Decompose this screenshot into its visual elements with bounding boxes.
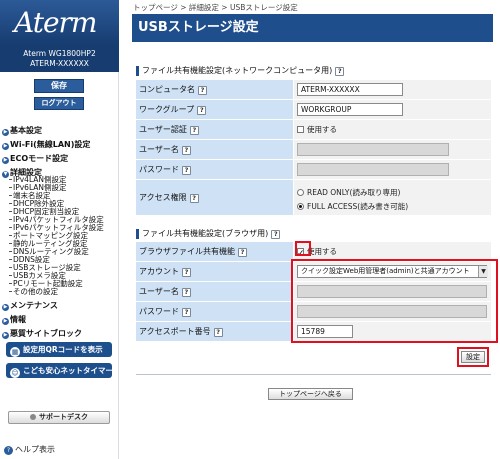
network-share-section-title: ファイル共有機能設定(ネットワークコンピュータ用)?: [136, 66, 345, 76]
help-icon[interactable]: ?: [182, 166, 191, 175]
help-link[interactable]: ? ヘルプ表示: [4, 444, 55, 455]
browser-username-label: ユーザー名?: [136, 282, 293, 301]
computer-name-row: コンピュータ名? ATERM-XXXXXX: [136, 80, 491, 100]
support-desk-button[interactable]: サポートデスク: [8, 411, 110, 424]
access-rights-row: アクセス権限? READ ONLY(読み取り専用) FULL ACCESS(読み…: [136, 180, 491, 216]
chevron-right-icon: ▶: [2, 332, 9, 339]
device-ssid: ATERM-XXXXXX: [30, 59, 89, 68]
help-icon[interactable]: ?: [182, 268, 191, 277]
back-to-top-button[interactable]: トップページへ戻る: [268, 388, 353, 400]
workgroup-input[interactable]: WORKGROUP: [297, 103, 403, 116]
help-icon[interactable]: ?: [238, 248, 247, 257]
computer-name-label: コンピュータ名?: [136, 80, 293, 99]
aterm-logo: Aterm: [14, 6, 97, 39]
chevron-right-icon: ▶: [2, 304, 9, 311]
workgroup-row: ワークグループ? WORKGROUP: [136, 100, 491, 120]
help-icon[interactable]: ?: [271, 230, 281, 239]
network-username-input: [297, 143, 449, 156]
nav-info[interactable]: ▶ 情報: [2, 314, 26, 325]
network-password-input: [297, 163, 449, 176]
page-title: USBストレージ設定: [132, 14, 493, 42]
chevron-down-icon: ▼: [2, 171, 9, 178]
access-read-only-radio[interactable]: [297, 189, 304, 196]
network-password-label: パスワード?: [136, 160, 293, 179]
user-auth-label: ユーザー認証?: [136, 120, 293, 139]
access-read-only-option[interactable]: READ ONLY(読み取り専用): [297, 187, 400, 198]
chevron-right-icon: ▶: [2, 143, 9, 150]
help-icon[interactable]: ?: [189, 194, 199, 203]
network-username-row: ユーザー名?: [136, 140, 491, 160]
access-rights-label: アクセス権限?: [136, 180, 293, 215]
help-icon[interactable]: ?: [197, 106, 207, 115]
qr-code-button[interactable]: ▦ 設定用QRコードを表示: [6, 342, 112, 357]
nav-sub-other[interactable]: その他の設定: [9, 288, 58, 296]
settings-button[interactable]: 設定: [461, 351, 485, 363]
help-icon[interactable]: ?: [198, 86, 207, 95]
chevron-right-icon: ▶: [2, 129, 9, 136]
nav-eco-settings[interactable]: ▶ ECOモード設定: [2, 153, 68, 164]
main-content: トップページ > 詳細設定 > USBストレージ設定 USBストレージ設定 ファ…: [128, 0, 500, 459]
help-icon[interactable]: ?: [335, 67, 345, 76]
device-info: Aterm WG1800HP2 ATERM-XXXXXX: [0, 46, 119, 72]
network-username-label: ユーザー名?: [136, 140, 293, 159]
nav-maintenance[interactable]: ▶ メンテナンス: [2, 300, 58, 311]
browser-share-label: ブラウザファイル共有機能?: [136, 242, 293, 261]
help-icon[interactable]: ?: [189, 126, 199, 135]
highlight-browser-share-fields: [291, 259, 498, 343]
sidebar: Aterm Aterm WG1800HP2 ATERM-XXXXXX 保存 ログ…: [0, 0, 119, 459]
save-button[interactable]: 保存: [34, 79, 84, 93]
computer-name-input[interactable]: ATERM-XXXXXX: [297, 83, 403, 96]
browser-share-section-title: ファイル共有機能設定(ブラウザ用)?: [136, 229, 281, 239]
access-port-label: アクセスポート番号?: [136, 322, 293, 341]
kids-net-timer-button[interactable]: ☺ こども安心ネットタイマー: [6, 363, 113, 378]
logo-area: Aterm: [0, 0, 119, 46]
highlight-browser-share-checkbox: [295, 241, 311, 256]
account-label: アカウント?: [136, 262, 293, 281]
help-icon[interactable]: ?: [182, 308, 191, 317]
logout-button[interactable]: ログアウト: [34, 97, 84, 110]
help-icon[interactable]: ?: [213, 328, 223, 337]
chevron-right-icon: ▶: [2, 157, 9, 164]
access-full-option[interactable]: FULL ACCESS(読み書き可能): [297, 201, 408, 212]
help-icon[interactable]: ?: [181, 288, 191, 297]
circle-icon: [30, 414, 36, 420]
smile-icon: ☺: [10, 368, 20, 378]
nav-wifi-settings[interactable]: ▶ Wi-Fi(無線LAN)設定: [2, 139, 90, 150]
browser-password-label: パスワード?: [136, 302, 293, 321]
nav-malicious-site-block[interactable]: ▶ 悪質サイトブロック: [2, 328, 82, 339]
model-name: Aterm WG1800HP2: [23, 49, 96, 58]
user-auth-row: ユーザー認証? 使用する: [136, 120, 491, 140]
chevron-right-icon: ▶: [2, 318, 9, 325]
access-full-radio[interactable]: [297, 203, 304, 210]
help-icon: ?: [4, 446, 13, 455]
nav-basic-settings[interactable]: ▶ 基本設定: [2, 125, 42, 136]
user-auth-checkbox[interactable]: [297, 126, 304, 133]
network-password-row: パスワード?: [136, 160, 491, 180]
breadcrumb: トップページ > 詳細設定 > USBストレージ設定: [133, 3, 298, 12]
qr-code-icon: ▦: [10, 347, 20, 357]
help-icon[interactable]: ?: [181, 146, 191, 155]
workgroup-label: ワークグループ?: [136, 100, 293, 119]
divider: [136, 374, 491, 375]
